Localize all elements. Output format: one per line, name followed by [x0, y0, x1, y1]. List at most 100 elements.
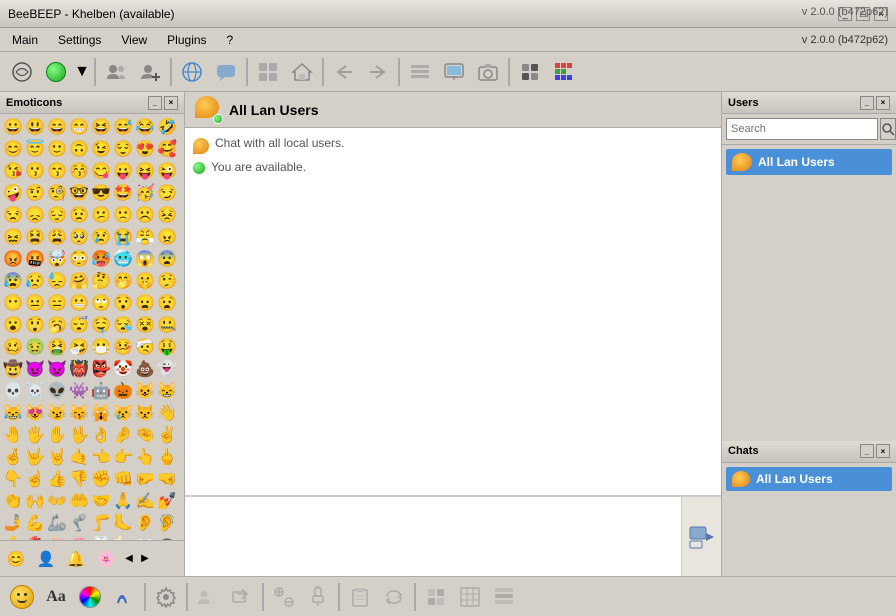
emoticon-cell[interactable]: 😆 — [90, 116, 112, 138]
emoticon-cell[interactable]: 😭 — [112, 226, 134, 248]
emoticon-cell[interactable]: 🤨 — [24, 182, 46, 204]
emoticon-tab-nature[interactable]: 🌸 — [92, 545, 120, 573]
emoticon-cell[interactable]: 💀 — [2, 380, 24, 402]
emoticon-cell[interactable]: 😑 — [46, 292, 68, 314]
tetris-icon[interactable] — [548, 56, 580, 88]
emoticon-cell[interactable]: 🤏 — [134, 424, 156, 446]
emoticon-cell[interactable]: 🤝 — [90, 490, 112, 512]
emoticon-cell[interactable]: 🤖 — [90, 380, 112, 402]
chat-input[interactable] — [185, 497, 681, 576]
chats-close-button[interactable]: × — [876, 444, 890, 458]
emoticon-cell[interactable]: 👎 — [68, 468, 90, 490]
emoticon-cell[interactable]: 🙀 — [90, 402, 112, 424]
monitor-icon[interactable] — [438, 56, 470, 88]
emoticon-cell[interactable]: 😍 — [134, 138, 156, 160]
bottom-update-icon[interactable] — [420, 581, 452, 613]
emoticon-cell[interactable]: 🤣 — [156, 116, 178, 138]
emoticon-cell[interactable]: 🤔 — [90, 270, 112, 292]
emoticon-cell[interactable]: 😒 — [2, 204, 24, 226]
emoticon-cell[interactable]: 🤛 — [134, 468, 156, 490]
camera-icon[interactable] — [472, 56, 504, 88]
status-icon[interactable] — [40, 56, 72, 88]
emoticon-cell[interactable]: 😶 — [2, 292, 24, 314]
emoticon-cell[interactable]: 👌 — [90, 424, 112, 446]
bottom-refresh-icon[interactable] — [378, 581, 410, 613]
chat-icon[interactable] — [210, 56, 242, 88]
emoticon-cell[interactable]: 🤬 — [24, 248, 46, 270]
emoticon-cell[interactable]: 😅 — [112, 116, 134, 138]
home-icon[interactable] — [286, 56, 318, 88]
emoticon-cell[interactable]: 🦶 — [112, 512, 134, 534]
emoticon-cell[interactable]: 😨 — [156, 248, 178, 270]
network-icon[interactable] — [6, 56, 38, 88]
emoticon-cell[interactable]: 😡 — [2, 248, 24, 270]
emoticon-cell[interactable]: 🧐 — [46, 182, 68, 204]
users-minimize-button[interactable]: _ — [860, 96, 874, 110]
emoticon-cell[interactable]: 🙄 — [90, 292, 112, 314]
emoticon-cell[interactable]: 🤮 — [46, 336, 68, 358]
emoticon-cell[interactable]: 😪 — [112, 314, 134, 336]
bottom-settings-icon[interactable] — [150, 581, 182, 613]
emoticon-cell[interactable]: 👍 — [46, 468, 68, 490]
emoticon-cell[interactable]: 😙 — [46, 160, 68, 182]
emoticon-cell[interactable]: 👽 — [46, 380, 68, 402]
emoticon-cell[interactable]: 😞 — [24, 204, 46, 226]
emoticon-cell[interactable]: 🤲 — [68, 490, 90, 512]
emoticon-tab-people[interactable]: 👤 — [32, 545, 60, 573]
emoticon-cell[interactable]: 🤪 — [2, 182, 24, 204]
emoticon-cell[interactable]: 🤌 — [112, 424, 134, 446]
emoticon-cell[interactable]: 👻 — [156, 358, 178, 380]
bottom-tools-icon[interactable] — [268, 581, 300, 613]
globe-icon[interactable] — [176, 56, 208, 88]
emoticon-cell[interactable]: 🤓 — [68, 182, 90, 204]
emoticon-cell[interactable]: 🦵 — [90, 512, 112, 534]
emoticon-cell[interactable]: 🤒 — [112, 336, 134, 358]
emoticon-cell[interactable]: 🤜 — [156, 468, 178, 490]
bottom-grid2-icon[interactable] — [454, 581, 486, 613]
emoticon-cell[interactable]: 😤 — [134, 226, 156, 248]
emoticon-cell[interactable]: 😓 — [46, 270, 68, 292]
emoticon-cell[interactable]: 😼 — [46, 402, 68, 424]
emoticon-cell[interactable]: 😮 — [2, 314, 24, 336]
emoticon-cell[interactable]: 😥 — [24, 270, 46, 292]
emoticon-cell[interactable]: 🤤 — [90, 314, 112, 336]
emoticon-cell[interactable]: 😔 — [46, 204, 68, 226]
list-icon[interactable] — [404, 56, 436, 88]
emoticon-cell[interactable]: 👏 — [2, 490, 24, 512]
emoticon-cell[interactable]: ✋ — [46, 424, 68, 446]
emoticon-cell[interactable]: 😖 — [2, 226, 24, 248]
emoticon-cell[interactable]: 😌 — [112, 138, 134, 160]
emoticon-tab-next[interactable]: ▶ — [138, 545, 152, 573]
emoticon-cell[interactable]: 🤘 — [46, 446, 68, 468]
emoticon-cell[interactable]: 🖖 — [68, 424, 90, 446]
emoticon-cell[interactable]: 👂 — [134, 512, 156, 534]
emoticon-cell[interactable]: 🥴 — [2, 336, 24, 358]
emoticon-cell[interactable]: 👊 — [112, 468, 134, 490]
emoticon-cell[interactable]: 😷 — [90, 336, 112, 358]
emoticon-cell[interactable]: 👉 — [112, 446, 134, 468]
emoticon-cell[interactable]: 😩 — [46, 226, 68, 248]
emoticon-cell[interactable]: 🎃 — [112, 380, 134, 402]
emoticons-minimize-button[interactable]: _ — [148, 96, 162, 110]
grid-icon[interactable] — [252, 56, 284, 88]
emoticon-cell[interactable]: 😏 — [156, 182, 178, 204]
emoticon-cell[interactable]: 🥳 — [134, 182, 156, 204]
emoticon-cell[interactable]: 😣 — [156, 204, 178, 226]
emoticon-cell[interactable]: 😗 — [24, 160, 46, 182]
emoticon-cell[interactable]: 😐 — [24, 292, 46, 314]
user-item-all-lan[interactable]: All Lan Users — [726, 149, 892, 175]
emoticon-cell[interactable]: 👐 — [46, 490, 68, 512]
emoticon-cell[interactable]: 😫 — [24, 226, 46, 248]
bottom-font-icon[interactable]: Aa — [40, 581, 72, 613]
emoticon-cell[interactable]: 🤥 — [156, 270, 178, 292]
emoticon-cell[interactable]: 👆 — [134, 446, 156, 468]
emoticon-cell[interactable]: 😟 — [68, 204, 90, 226]
emoticon-cell[interactable]: 😋 — [90, 160, 112, 182]
emoticon-cell[interactable]: 😘 — [2, 160, 24, 182]
emoticon-cell[interactable]: 😬 — [68, 292, 90, 314]
emoticon-cell[interactable]: 🙁 — [112, 204, 134, 226]
emoticon-cell[interactable]: 👇 — [2, 468, 24, 490]
emoticon-cell[interactable]: 😇 — [24, 138, 46, 160]
emoticon-cell[interactable]: 🦿 — [68, 512, 90, 534]
search-input[interactable] — [726, 118, 878, 140]
